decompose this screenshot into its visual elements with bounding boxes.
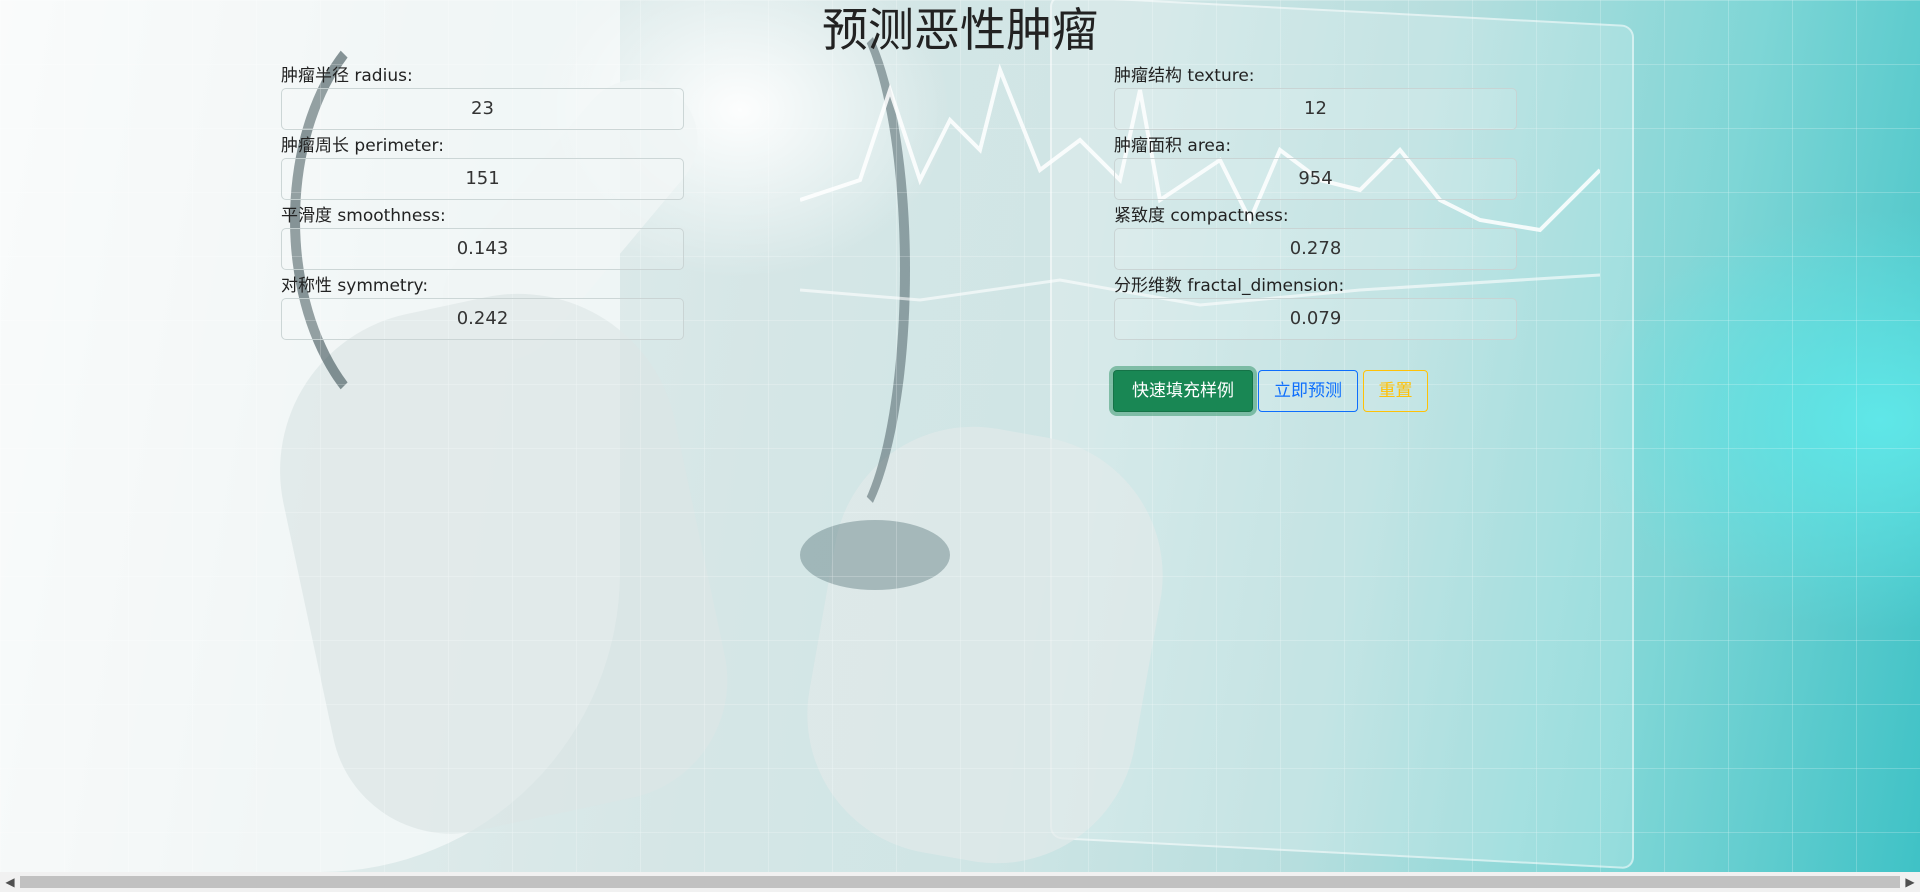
predict-button[interactable]: 立即预测 <box>1258 370 1358 412</box>
reset-button[interactable]: 重置 <box>1363 370 1428 412</box>
radius-label: 肿瘤半径 radius: <box>281 66 413 86</box>
fractal-dimension-field: 分形维数 fractal_dimension: 0.079 <box>1114 274 1519 340</box>
scroll-left-arrow-icon[interactable]: ◀ <box>2 874 18 890</box>
texture-label: 肿瘤结构 texture: <box>1114 66 1255 86</box>
fractal-dimension-input[interactable]: 0.079 <box>1114 298 1517 340</box>
fractal-dimension-label: 分形维数 fractal_dimension: <box>1114 276 1345 296</box>
symmetry-label: 对称性 symmetry: <box>281 276 429 296</box>
compactness-field: 紧致度 compactness: 0.278 <box>1114 204 1519 270</box>
symmetry-field: 对称性 symmetry: 0.242 <box>281 274 686 340</box>
horizontal-scrollbar[interactable]: ◀ ▶ <box>0 872 1920 892</box>
smoothness-input[interactable]: 0.143 <box>281 228 684 270</box>
perimeter-input[interactable]: 151 <box>281 158 684 200</box>
fill-sample-button[interactable]: 快速填充样例 <box>1113 370 1253 412</box>
scrollbar-thumb[interactable] <box>20 876 1900 888</box>
radius-input[interactable]: 23 <box>281 88 684 130</box>
compactness-input[interactable]: 0.278 <box>1114 228 1517 270</box>
symmetry-input[interactable]: 0.242 <box>281 298 684 340</box>
texture-input[interactable]: 12 <box>1114 88 1517 130</box>
scroll-right-arrow-icon[interactable]: ▶ <box>1902 874 1918 890</box>
smoothness-field: 平滑度 smoothness: 0.143 <box>281 204 686 270</box>
perimeter-field: 肿瘤周长 perimeter: 151 <box>281 134 686 200</box>
area-input[interactable]: 954 <box>1114 158 1517 200</box>
grid-overlay <box>0 0 1920 872</box>
compactness-label: 紧致度 compactness: <box>1114 206 1289 226</box>
radius-field: 肿瘤半径 radius: 23 <box>281 64 686 130</box>
smoothness-label: 平滑度 smoothness: <box>281 206 446 226</box>
area-label: 肿瘤面积 area: <box>1114 136 1232 156</box>
perimeter-label: 肿瘤周长 perimeter: <box>281 136 444 156</box>
page-title: 预测恶性肿瘤 <box>822 3 1098 57</box>
area-field: 肿瘤面积 area: 954 <box>1114 134 1519 200</box>
texture-field: 肿瘤结构 texture: 12 <box>1114 64 1519 130</box>
